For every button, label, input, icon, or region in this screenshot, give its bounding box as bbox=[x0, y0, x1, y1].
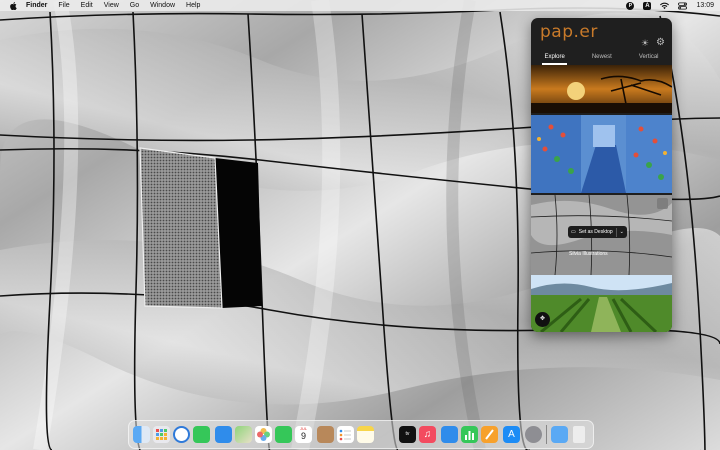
tab-explore[interactable]: Explore bbox=[542, 53, 568, 65]
finder-dock-icon[interactable] bbox=[133, 426, 150, 443]
contacts-dock-icon[interactable] bbox=[317, 426, 334, 443]
numbers-dock-icon[interactable] bbox=[461, 426, 478, 443]
control-center-icon[interactable] bbox=[678, 1, 688, 10]
download-icon[interactable] bbox=[657, 198, 668, 209]
dock: JUL 9 tv ♫ A bbox=[128, 420, 594, 449]
wallpaper-thumb-sunset[interactable] bbox=[531, 65, 672, 113]
tab-newest[interactable]: Newest bbox=[592, 53, 612, 65]
menu-edit[interactable]: Edit bbox=[81, 0, 93, 11]
button-divider bbox=[615, 227, 617, 237]
menu-view[interactable]: View bbox=[104, 0, 119, 11]
menu-file[interactable]: File bbox=[58, 0, 69, 11]
trash-dock-icon[interactable] bbox=[573, 426, 585, 443]
paper-status-icon[interactable]: P bbox=[626, 1, 635, 10]
photos-dock-icon[interactable] bbox=[255, 426, 272, 443]
notes-dock-icon[interactable] bbox=[357, 426, 374, 443]
photo-credit[interactable]: Silvia Illustrations bbox=[569, 251, 608, 257]
wallpaper-thumb-vineyard[interactable]: ✥ bbox=[531, 275, 672, 332]
wallpaper-thumb-aluminium[interactable]: ▭ Set as Desktop ⌄ Silvia Illustrations bbox=[531, 195, 672, 275]
keynote-dock-icon[interactable] bbox=[441, 426, 458, 443]
apple-tv-dock-icon[interactable]: tv bbox=[399, 426, 416, 443]
status-area: P A 13:09 bbox=[626, 0, 714, 11]
tab-vertical[interactable]: Vertical bbox=[639, 53, 659, 65]
chevron-down-icon[interactable]: ⌄ bbox=[620, 229, 624, 235]
menu-finder[interactable]: Finder bbox=[26, 0, 47, 11]
paper-brand-title: pap.er bbox=[540, 22, 598, 42]
set-as-desktop-button[interactable]: ▭ Set as Desktop ⌄ bbox=[568, 226, 627, 238]
input-source-icon[interactable]: A bbox=[643, 1, 652, 10]
menu-help[interactable]: Help bbox=[186, 0, 200, 11]
paper-app-panel: pap.er ☀ ⚙ Explore Newest Vertical ▭ Set… bbox=[531, 18, 672, 332]
wifi-icon[interactable] bbox=[660, 2, 670, 10]
reminders-dock-icon[interactable] bbox=[337, 426, 354, 443]
menu-go[interactable]: Go bbox=[130, 0, 139, 11]
messages-dock-icon[interactable] bbox=[193, 426, 210, 443]
maps-dock-icon[interactable] bbox=[235, 426, 252, 443]
facetime-dock-icon[interactable] bbox=[275, 426, 292, 443]
settings-gear-icon[interactable]: ⚙ bbox=[656, 37, 665, 48]
paper-tabs: Explore Newest Vertical bbox=[531, 53, 672, 65]
music-dock-icon[interactable]: ♫ bbox=[419, 426, 436, 443]
navigation-circle-icon[interactable]: ✥ bbox=[535, 312, 550, 327]
calendar-dock-icon[interactable]: JUL 9 bbox=[295, 426, 312, 443]
dock-divider bbox=[546, 425, 547, 444]
safari-dock-icon[interactable] bbox=[173, 426, 190, 443]
wallpaper-thumb-blue-alley[interactable] bbox=[531, 115, 672, 193]
mail-dock-icon[interactable] bbox=[215, 426, 232, 443]
sun-icon[interactable]: ☀ bbox=[641, 38, 649, 49]
pages-dock-icon[interactable] bbox=[481, 426, 498, 443]
apple-menu-icon[interactable] bbox=[10, 1, 17, 10]
menu-clock[interactable]: 13:09 bbox=[696, 0, 714, 11]
menu-bar: Finder File Edit View Go Window Help P A… bbox=[0, 0, 720, 11]
downloads-folder-dock-icon[interactable] bbox=[551, 426, 568, 443]
launchpad-dock-icon[interactable] bbox=[153, 426, 170, 443]
calendar-day: 9 bbox=[300, 431, 306, 441]
set-desktop-label: Set as Desktop bbox=[578, 229, 613, 235]
menu-window[interactable]: Window bbox=[150, 0, 175, 11]
system-preferences-dock-icon[interactable] bbox=[525, 426, 542, 443]
app-store-dock-icon[interactable]: A bbox=[503, 426, 520, 443]
monitor-icon: ▭ bbox=[571, 229, 576, 235]
